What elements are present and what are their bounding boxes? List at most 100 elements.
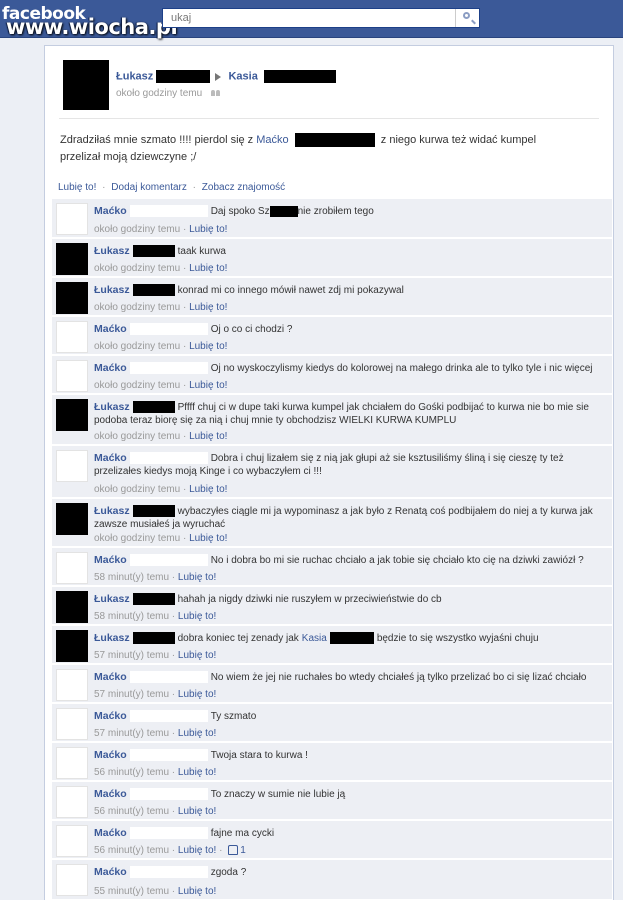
commenter-avatar[interactable] bbox=[56, 669, 88, 701]
commenter-avatar[interactable] bbox=[56, 360, 88, 392]
comment-like-link[interactable]: Lubię to! bbox=[189, 484, 227, 495]
comment-author[interactable]: Maćko bbox=[94, 827, 127, 839]
comment-author[interactable]: Maćko bbox=[94, 452, 127, 464]
separator: · bbox=[169, 572, 178, 583]
comment-author[interactable]: Maćko bbox=[94, 205, 127, 217]
post-recipient[interactable]: Kasia bbox=[228, 70, 257, 82]
comment-text: hahah ja nigdy dziwki nie ruszyłem w prz… bbox=[177, 594, 442, 605]
comment-author[interactable]: Maćko bbox=[94, 671, 127, 683]
comment-timestamp[interactable]: 56 minut(y) temu bbox=[94, 767, 169, 778]
commenter-avatar[interactable] bbox=[56, 630, 88, 662]
comment-like-link[interactable]: Lubię to! bbox=[189, 533, 227, 544]
comment-author[interactable]: Maćko bbox=[94, 866, 127, 878]
comment-body: Łukasz dobra koniec tej zenady jak Kasia bę… bbox=[94, 632, 539, 645]
comment-likes-count[interactable]: 1 bbox=[240, 845, 246, 856]
comment-like-link[interactable]: Lubię to! bbox=[178, 650, 216, 661]
commenter-avatar[interactable] bbox=[56, 708, 88, 740]
commenter-avatar[interactable] bbox=[56, 450, 88, 482]
comment-author[interactable]: Łukasz bbox=[94, 401, 130, 413]
comment-like-link[interactable]: Lubię to! bbox=[178, 689, 216, 700]
redacted-surname bbox=[129, 749, 208, 762]
commenter-avatar[interactable] bbox=[56, 591, 88, 623]
redacted-surname bbox=[132, 505, 175, 518]
comment-author[interactable]: Maćko bbox=[94, 554, 127, 566]
comment-author[interactable]: Maćko bbox=[94, 323, 127, 335]
comment-timestamp[interactable]: 58 minut(y) temu bbox=[94, 611, 169, 622]
add-comment-link[interactable]: Dodaj komentarz bbox=[111, 182, 187, 193]
comment-timestamp[interactable]: 55 minut(y) temu bbox=[94, 886, 169, 897]
commenter-avatar[interactable] bbox=[56, 503, 88, 535]
comment-author[interactable]: Maćko bbox=[94, 788, 127, 800]
comment-like-link[interactable]: Lubię to! bbox=[178, 886, 216, 897]
post-mention[interactable]: Maćko bbox=[256, 134, 288, 146]
comment-mention[interactable]: Kasia bbox=[302, 633, 327, 644]
author-avatar[interactable] bbox=[63, 60, 109, 110]
separator: · bbox=[180, 302, 190, 313]
commenter-avatar[interactable] bbox=[56, 321, 88, 353]
comment-author[interactable]: Maćko bbox=[94, 362, 127, 374]
comment-timestamp[interactable]: około godziny temu bbox=[94, 302, 180, 313]
comment-author[interactable]: Łukasz bbox=[94, 505, 130, 517]
comment-meta: około godziny temu · Lubię to! bbox=[94, 302, 227, 313]
comment-timestamp[interactable]: 57 minut(y) temu bbox=[94, 650, 169, 661]
see-friendship-link[interactable]: Zobacz znajomość bbox=[202, 182, 285, 193]
comment-author[interactable]: Łukasz bbox=[94, 593, 130, 605]
comment-author[interactable]: Maćko bbox=[94, 749, 127, 761]
like-link[interactable]: Lubię to! bbox=[58, 182, 96, 193]
commenter-avatar[interactable] bbox=[56, 282, 88, 314]
separator: · bbox=[169, 689, 178, 700]
comment-timestamp[interactable]: około godziny temu bbox=[94, 380, 180, 391]
comment-meta: 57 minut(y) temu · Lubię to! bbox=[94, 689, 216, 700]
comment-author[interactable]: Maćko bbox=[94, 710, 127, 722]
separator: · bbox=[180, 341, 190, 352]
commenter-avatar[interactable] bbox=[56, 825, 88, 857]
comment-timestamp[interactable]: około godziny temu bbox=[94, 224, 180, 235]
comment-item: Maćko No i dobra bo mi sie ruchac chciało… bbox=[52, 548, 612, 586]
comment-timestamp[interactable]: 57 minut(y) temu bbox=[94, 728, 169, 739]
commenter-avatar[interactable] bbox=[56, 203, 88, 235]
comment-timestamp[interactable]: około godziny temu bbox=[94, 431, 180, 442]
comment-author[interactable]: Łukasz bbox=[94, 245, 130, 257]
comment-like-link[interactable]: Lubię to! bbox=[189, 380, 227, 391]
commenter-avatar[interactable] bbox=[56, 552, 88, 584]
commenter-avatar[interactable] bbox=[56, 864, 88, 896]
comment-like-link[interactable]: Lubię to! bbox=[189, 224, 227, 235]
redacted-surname bbox=[329, 632, 374, 645]
comment-like-link[interactable]: Lubię to! bbox=[178, 806, 216, 817]
redacted-surname bbox=[129, 362, 208, 375]
comment-timestamp[interactable]: 56 minut(y) temu bbox=[94, 845, 169, 856]
comment-like-link[interactable]: Lubię to! bbox=[178, 728, 216, 739]
comment-timestamp[interactable]: 57 minut(y) temu bbox=[94, 689, 169, 700]
comment-meta: około godziny temu · Lubię to! bbox=[94, 341, 227, 352]
comment-timestamp[interactable]: 56 minut(y) temu bbox=[94, 806, 169, 817]
commenter-avatar[interactable] bbox=[56, 243, 88, 275]
post-author[interactable]: Łukasz bbox=[116, 70, 153, 82]
post-timestamp[interactable]: około godziny temu bbox=[116, 88, 202, 99]
commenter-avatar[interactable] bbox=[56, 747, 88, 779]
comment-timestamp[interactable]: około godziny temu bbox=[94, 533, 180, 544]
comment-like-link[interactable]: Lubię to! bbox=[178, 611, 216, 622]
comment-timestamp[interactable]: około godziny temu bbox=[94, 484, 180, 495]
comment-author[interactable]: Łukasz bbox=[94, 632, 130, 644]
post-message: Zdradziłaś mnie szmato !!!! pierdol się … bbox=[60, 132, 580, 166]
comment-like-link[interactable]: Lubię to! bbox=[178, 767, 216, 778]
comment-like-link[interactable]: Lubię to! bbox=[189, 302, 227, 313]
comment-like-link[interactable]: Lubię to! bbox=[189, 263, 227, 274]
commenter-avatar[interactable] bbox=[56, 786, 88, 818]
comment-like-link[interactable]: Lubię to! bbox=[189, 341, 227, 352]
search-input[interactable]: ukaj bbox=[162, 8, 480, 28]
comment-timestamp[interactable]: około godziny temu bbox=[94, 263, 180, 274]
comment-like-link[interactable]: Lubię to! bbox=[189, 431, 227, 442]
comment-meta: 56 minut(y) temu · Lubię to! · 1 bbox=[94, 845, 246, 856]
commenter-avatar[interactable] bbox=[56, 399, 88, 431]
comment-item: Maćko No wiem że jej nie ruchałes bo wted… bbox=[52, 665, 612, 703]
redacted-surname bbox=[129, 205, 208, 218]
comment-like-link[interactable]: Lubię to! bbox=[178, 845, 216, 856]
comment-author[interactable]: Łukasz bbox=[94, 284, 130, 296]
separator: · bbox=[102, 182, 106, 193]
comment-like-link[interactable]: Lubię to! bbox=[178, 572, 216, 583]
search-button[interactable] bbox=[455, 9, 479, 27]
comment-timestamp[interactable]: 58 minut(y) temu bbox=[94, 572, 169, 583]
separator: · bbox=[169, 728, 178, 739]
comment-timestamp[interactable]: około godziny temu bbox=[94, 341, 180, 352]
